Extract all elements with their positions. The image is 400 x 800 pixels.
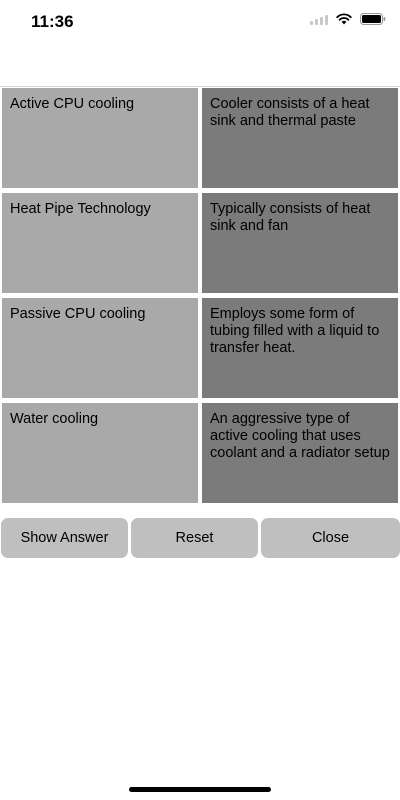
screen: 11:36 Active CPU cooling Cooler consists…	[0, 0, 400, 800]
status-indicators	[310, 13, 386, 25]
definition-card[interactable]: An aggressive type of active cooling tha…	[202, 403, 398, 503]
show-answer-button[interactable]: Show Answer	[1, 518, 128, 558]
home-indicator[interactable]	[129, 787, 271, 792]
matching-row: Passive CPU cooling Employs some form of…	[0, 298, 400, 398]
status-time: 11:36	[31, 12, 74, 31]
definition-card[interactable]: Employs some form of tubing filled with …	[202, 298, 398, 398]
term-card[interactable]: Passive CPU cooling	[2, 298, 198, 398]
definition-card[interactable]: Cooler consists of a heat sink and therm…	[202, 88, 398, 188]
term-card[interactable]: Water cooling	[2, 403, 198, 503]
matching-row: Active CPU cooling Cooler consists of a …	[0, 88, 400, 188]
matching-grid: Active CPU cooling Cooler consists of a …	[0, 88, 400, 508]
header-divider	[0, 86, 400, 87]
reset-button[interactable]: Reset	[131, 518, 258, 558]
cellular-signal-icon	[310, 14, 328, 25]
term-card[interactable]: Active CPU cooling	[2, 88, 198, 188]
matching-row: Water cooling An aggressive type of acti…	[0, 403, 400, 503]
close-button[interactable]: Close	[261, 518, 400, 558]
status-bar: 11:36	[0, 0, 400, 44]
battery-icon	[360, 13, 386, 25]
action-buttons: Show Answer Reset Close	[0, 518, 400, 558]
matching-row: Heat Pipe Technology Typically consists …	[0, 193, 400, 293]
definition-card[interactable]: Typically consists of heat sink and fan	[202, 193, 398, 293]
term-card[interactable]: Heat Pipe Technology	[2, 193, 198, 293]
wifi-icon	[336, 13, 352, 25]
